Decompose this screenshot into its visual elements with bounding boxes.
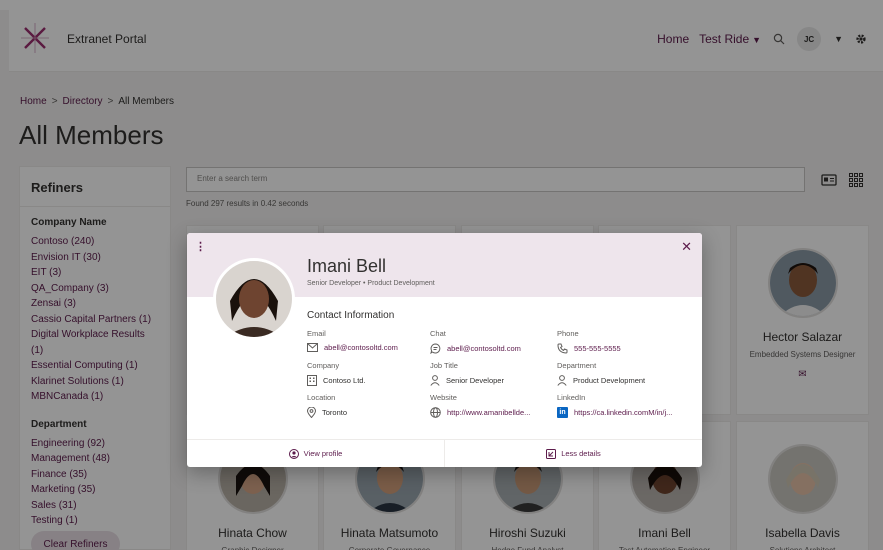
job-title-label: Job Title — [430, 361, 458, 370]
person-icon — [430, 375, 440, 386]
chat-icon — [430, 343, 441, 354]
website-field: Website http://www.amanibellde... — [430, 393, 530, 418]
phone-link[interactable]: 555-555-5555 — [574, 344, 621, 353]
building-icon — [307, 375, 317, 386]
department-label: Department — [557, 361, 597, 370]
company-value: Contoso Ltd. — [323, 376, 366, 385]
company-label: Company — [307, 361, 340, 370]
less-details-label: Less details — [561, 449, 601, 458]
job-title-value: Senior Developer — [446, 376, 504, 385]
mail-icon — [307, 343, 318, 352]
dialog-footer: View profile Less details — [187, 439, 702, 467]
collapse-icon — [546, 448, 557, 459]
chat-field: Chat abell@contosoltd.com — [430, 329, 521, 354]
department-value: Product Development — [573, 376, 646, 385]
chat-link[interactable]: abell@contosoltd.com — [447, 344, 521, 353]
phone-icon — [557, 343, 568, 354]
linkedin-label: LinkedIn — [557, 393, 586, 402]
job-title-field: Job Title Senior Developer — [430, 361, 504, 386]
email-field: Email abell@contosoltd.com — [307, 329, 398, 352]
location-value: Toronto — [322, 408, 348, 417]
profile-name: Imani Bell — [307, 256, 387, 276]
location-field: Location Toronto — [307, 393, 347, 418]
person-icon — [557, 375, 567, 386]
view-profile-button[interactable]: View profile — [187, 440, 444, 467]
less-details-button[interactable]: Less details — [444, 440, 702, 467]
linkedin-field: LinkedIn in https://ca.linkedin.comM/in/j… — [557, 393, 672, 418]
profile-subtitle: Senior Developer • Product Development — [307, 280, 435, 287]
linkedin-icon: in — [557, 407, 568, 418]
location-label: Location — [307, 393, 336, 402]
profile-icon — [288, 448, 299, 459]
globe-icon — [430, 407, 441, 418]
linkedin-link[interactable]: https://ca.linkedin.comM/in/j... — [574, 408, 672, 417]
website-link[interactable]: http://www.amanibellde... — [447, 408, 530, 417]
contact-info-heading: Contact Information — [307, 310, 395, 321]
phone-field: Phone 555-555-5555 — [557, 329, 621, 354]
profile-photo — [213, 258, 295, 340]
email-label: Email — [307, 329, 326, 338]
view-profile-label: View profile — [303, 449, 343, 458]
email-link[interactable]: abell@contosoltd.com — [324, 343, 398, 352]
phone-label: Phone — [557, 329, 579, 338]
more-options-icon[interactable]: ⋮ — [195, 240, 206, 253]
department-field: Department Product Development — [557, 361, 645, 386]
chat-label: Chat — [430, 329, 446, 338]
contact-card-dialog: ⋮ ✕ Imani Bell Senior Developer • Produc… — [187, 233, 702, 467]
website-label: Website — [430, 393, 457, 402]
company-field: Company Contoso Ltd. — [307, 361, 366, 386]
location-pin-icon — [307, 407, 316, 418]
close-icon[interactable]: ✕ — [681, 239, 692, 255]
